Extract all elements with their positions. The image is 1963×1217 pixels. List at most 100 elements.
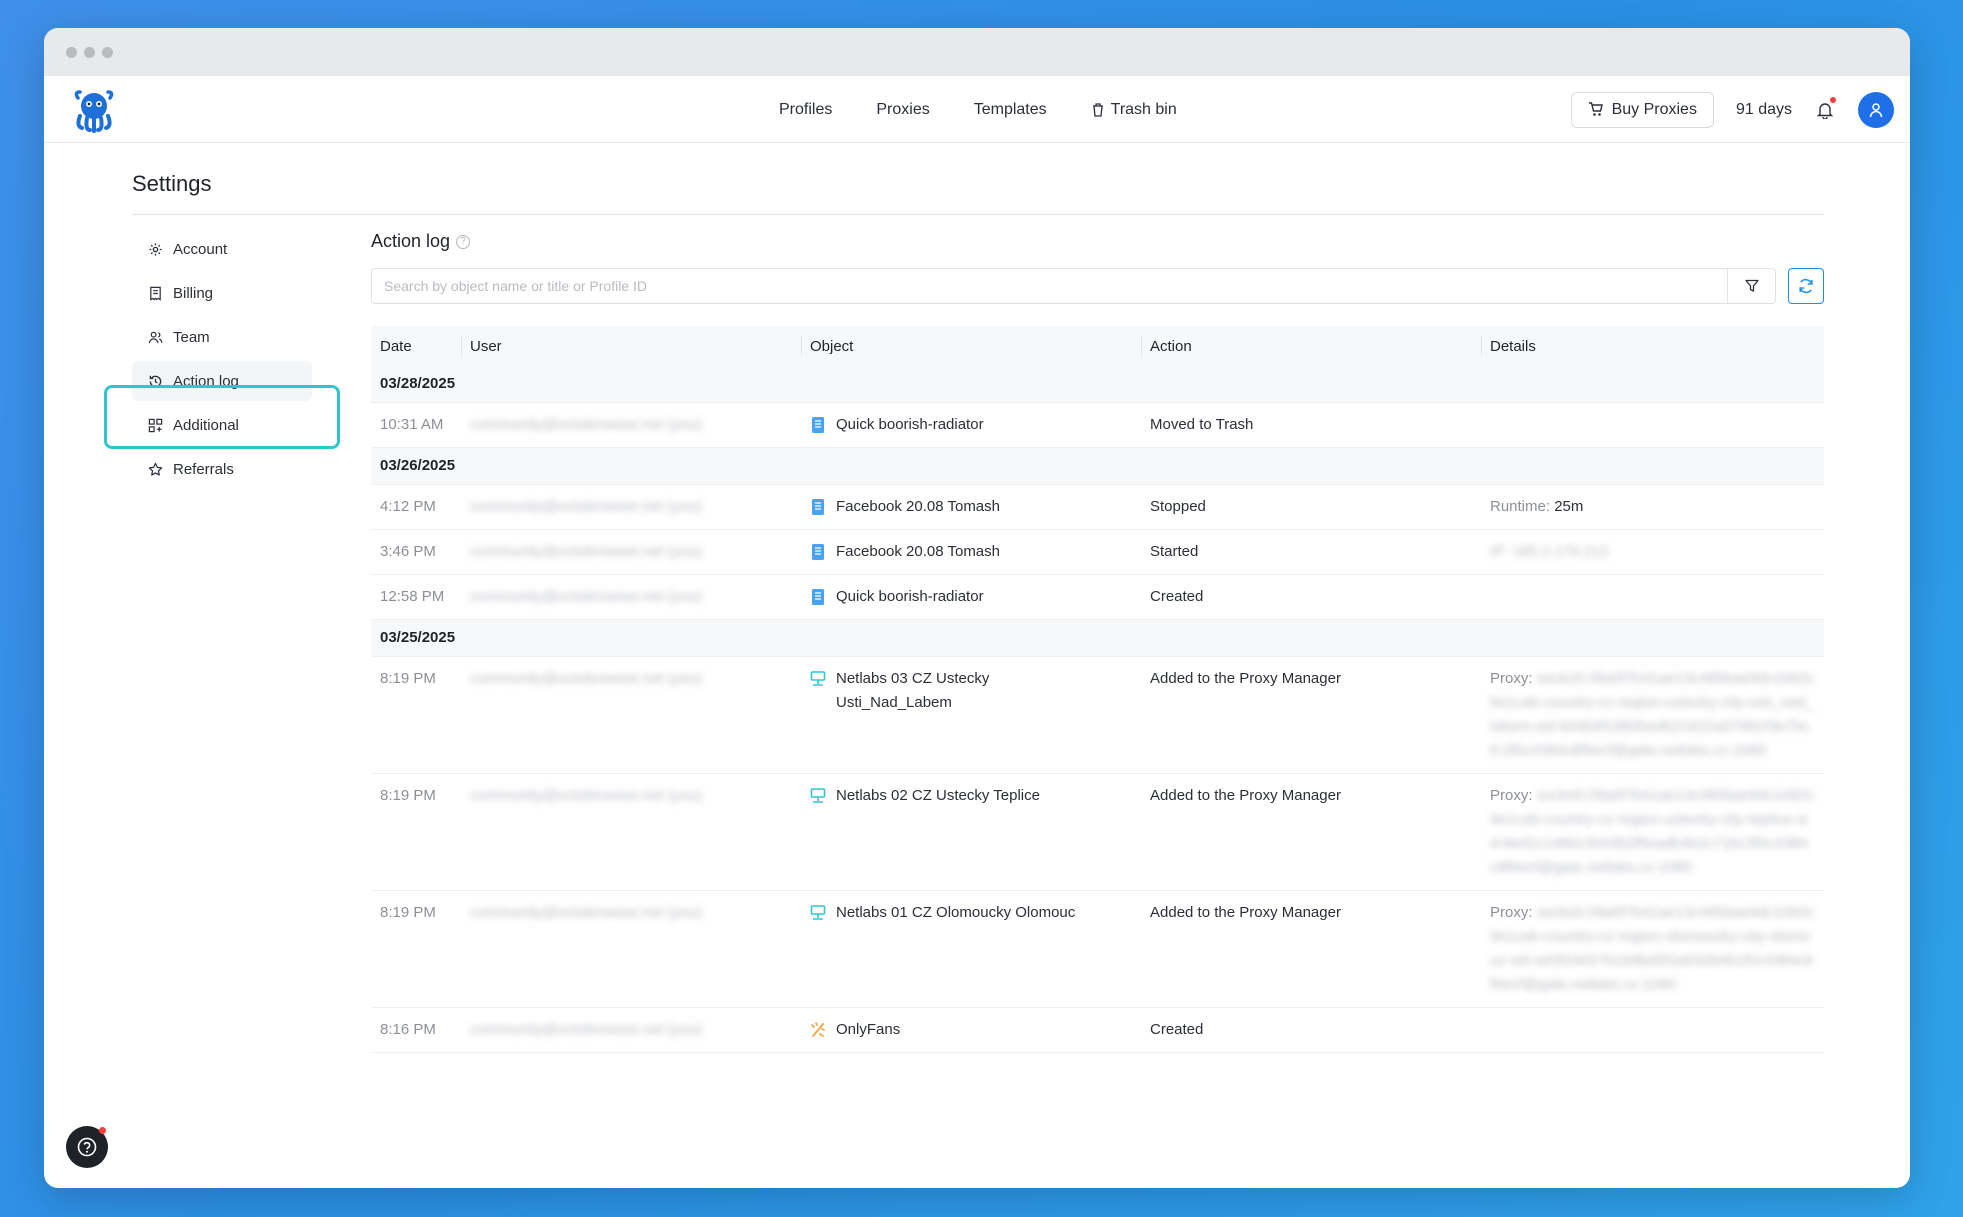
action-log-highlight <box>104 385 340 449</box>
row-object-cell: Netlabs 01 CZ Olomoucky Olomouc <box>801 890 1141 1008</box>
star-icon <box>148 462 163 476</box>
row-details-cell <box>1481 402 1824 448</box>
app-window: Profiles Proxies Templates Trash bin Buy… <box>44 28 1910 1188</box>
row-user: community@octobrowser.net (you) <box>461 890 801 1008</box>
gear-icon <box>149 242 162 256</box>
profile-icon <box>812 417 824 433</box>
row-object[interactable]: Netlabs 01 CZ Olomoucky Olomouc <box>836 901 1075 925</box>
window-dot[interactable] <box>102 46 113 58</box>
nav-proxies[interactable]: Proxies <box>876 101 929 119</box>
search-input[interactable] <box>372 269 1727 303</box>
buy-proxies-button[interactable]: Buy Proxies <box>1570 91 1714 128</box>
row-details-cell: Proxy: socks5://8a0f7b41ae13c485bae9dc10… <box>1481 890 1824 1008</box>
group-date: 03/28/2025 <box>371 366 1824 403</box>
settings-content: Settings Account Billing Team Action log <box>44 143 1910 1188</box>
column-header-object[interactable]: Object <box>801 326 1141 366</box>
profile-icon <box>812 544 824 560</box>
help-button[interactable] <box>66 1126 108 1168</box>
nav-right: Buy Proxies 91 days <box>1570 76 1894 143</box>
row-details: socks5://8a0f7b41ae13c485bae9dc1082c9e1c… <box>1490 904 1815 993</box>
profile-icon <box>812 499 824 515</box>
nav-links: Profiles Proxies Templates Trash bin <box>779 76 1177 143</box>
table-header-row: Date User Object Action Details <box>371 326 1824 366</box>
column-header-action[interactable]: Action <box>1141 326 1481 366</box>
sidebar-item-billing[interactable]: Billing <box>132 273 312 313</box>
date-group-row: 03/26/2025 <box>371 447 1824 485</box>
row-action: Stopped <box>1141 484 1481 530</box>
row-details-cell <box>1481 574 1824 620</box>
row-details: socks5://8a0f7b41ae13c485bae9dc1082c9e1c… <box>1490 670 1815 759</box>
action-log-title: Action log <box>371 231 451 251</box>
row-object-cell: OnlyFans <box>801 1007 1141 1053</box>
trash-icon <box>1092 103 1103 117</box>
row-object[interactable]: Quick boorish-radiator <box>836 585 984 609</box>
column-header-details[interactable]: Details <box>1481 326 1824 366</box>
date-group-row: 03/28/2025 <box>371 366 1824 403</box>
row-details-cell <box>1481 1007 1824 1053</box>
notification-badge <box>1830 96 1836 103</box>
row-details-label: Proxy: <box>1490 904 1533 921</box>
row-details: socks5://8a0f7b41ae13c485bae9dc1082c9e1c… <box>1490 787 1815 876</box>
settings-sidebar: Account Billing Team Action log Addition… <box>132 229 312 493</box>
table-row[interactable]: 8:19 PM community@octobrowser.net (you) … <box>371 773 1824 891</box>
action-log-panel: Action log ? Search by object name or ti… <box>371 215 1824 1053</box>
row-action: Created <box>1141 574 1481 620</box>
row-action: Added to the Proxy Manager <box>1141 773 1481 891</box>
row-time: 8:16 PM <box>371 1007 461 1053</box>
row-object[interactable]: Facebook 20.08 Tomash <box>836 540 1000 564</box>
row-time: 10:31 AM <box>371 402 461 448</box>
window-dot[interactable] <box>66 46 77 58</box>
cart-icon <box>1588 102 1603 116</box>
search-row <box>371 268 1824 304</box>
row-user: community@octobrowser.net (you) <box>461 773 801 891</box>
profile-icon <box>812 589 824 605</box>
row-details-label: Proxy: <box>1490 670 1533 687</box>
row-object[interactable]: OnlyFans <box>836 1018 900 1042</box>
row-action: Moved to Trash <box>1141 402 1481 448</box>
group-date: 03/25/2025 <box>371 619 1824 657</box>
table-row[interactable]: 12:58 PM community@octobrowser.net (you)… <box>371 574 1824 620</box>
row-details-cell: Runtime: 25m <box>1481 484 1824 530</box>
action-log-table: Date User Object Action Details 03/28/20… <box>371 326 1824 1053</box>
row-object[interactable]: Facebook 20.08 Tomash <box>836 495 1000 519</box>
row-details: IP: 185.2.176.212 <box>1490 543 1609 560</box>
column-header-user[interactable]: User <box>461 326 801 366</box>
sidebar-item-referrals[interactable]: Referrals <box>132 449 312 489</box>
refresh-button[interactable] <box>1788 268 1824 304</box>
nav-profiles[interactable]: Profiles <box>779 101 832 119</box>
table-row[interactable]: 3:46 PM community@octobrowser.net (you) … <box>371 529 1824 575</box>
row-user: community@octobrowser.net (you) <box>461 1007 801 1053</box>
row-object[interactable]: Netlabs 02 CZ Ustecky Teplice <box>836 784 1040 808</box>
sidebar-item-label: Account <box>173 240 228 258</box>
table-row[interactable]: 8:19 PM community@octobrowser.net (you) … <box>371 890 1824 1008</box>
octopus-logo-icon[interactable] <box>70 86 118 134</box>
nav-trash-bin[interactable]: Trash bin <box>1091 101 1177 119</box>
row-action: Added to the Proxy Manager <box>1141 890 1481 1008</box>
filter-icon <box>1744 279 1759 292</box>
table-row[interactable]: 4:12 PM community@octobrowser.net (you) … <box>371 484 1824 530</box>
row-details-cell: IP: 185.2.176.212 <box>1481 529 1824 575</box>
row-object-cell: Facebook 20.08 Tomash <box>801 484 1141 530</box>
sidebar-item-label: Team <box>173 328 210 346</box>
proxy-icon <box>810 671 826 686</box>
user-avatar[interactable] <box>1858 91 1894 128</box>
filter-button[interactable] <box>1727 269 1775 303</box>
row-details-cell: Proxy: socks5://8a0f7b41ae13c485bae9dc10… <box>1481 773 1824 891</box>
row-time: 4:12 PM <box>371 484 461 530</box>
table-row[interactable]: 8:19 PM community@octobrowser.net (you) … <box>371 656 1824 774</box>
row-object[interactable]: Quick boorish-radiator <box>836 413 984 437</box>
nav-templates[interactable]: Templates <box>974 101 1047 119</box>
help-circle-icon[interactable]: ? <box>456 234 471 249</box>
row-details: 25m <box>1554 498 1584 515</box>
column-header-date[interactable]: Date <box>371 326 461 366</box>
row-object-cell: Quick boorish-radiator <box>801 402 1141 448</box>
buy-proxies-label: Buy Proxies <box>1611 100 1697 118</box>
sidebar-item-team[interactable]: Team <box>132 317 312 357</box>
window-dot[interactable] <box>84 46 95 58</box>
table-row[interactable]: 10:31 AM community@octobrowser.net (you)… <box>371 402 1824 448</box>
sidebar-item-account[interactable]: Account <box>132 229 312 269</box>
section-title: Action log ? <box>371 231 1824 252</box>
notifications-button[interactable] <box>1814 96 1836 121</box>
table-row[interactable]: 8:16 PM community@octobrowser.net (you) … <box>371 1007 1824 1053</box>
row-object[interactable]: Netlabs 03 CZ Ustecky Usti_Nad_Labem <box>836 667 1036 715</box>
